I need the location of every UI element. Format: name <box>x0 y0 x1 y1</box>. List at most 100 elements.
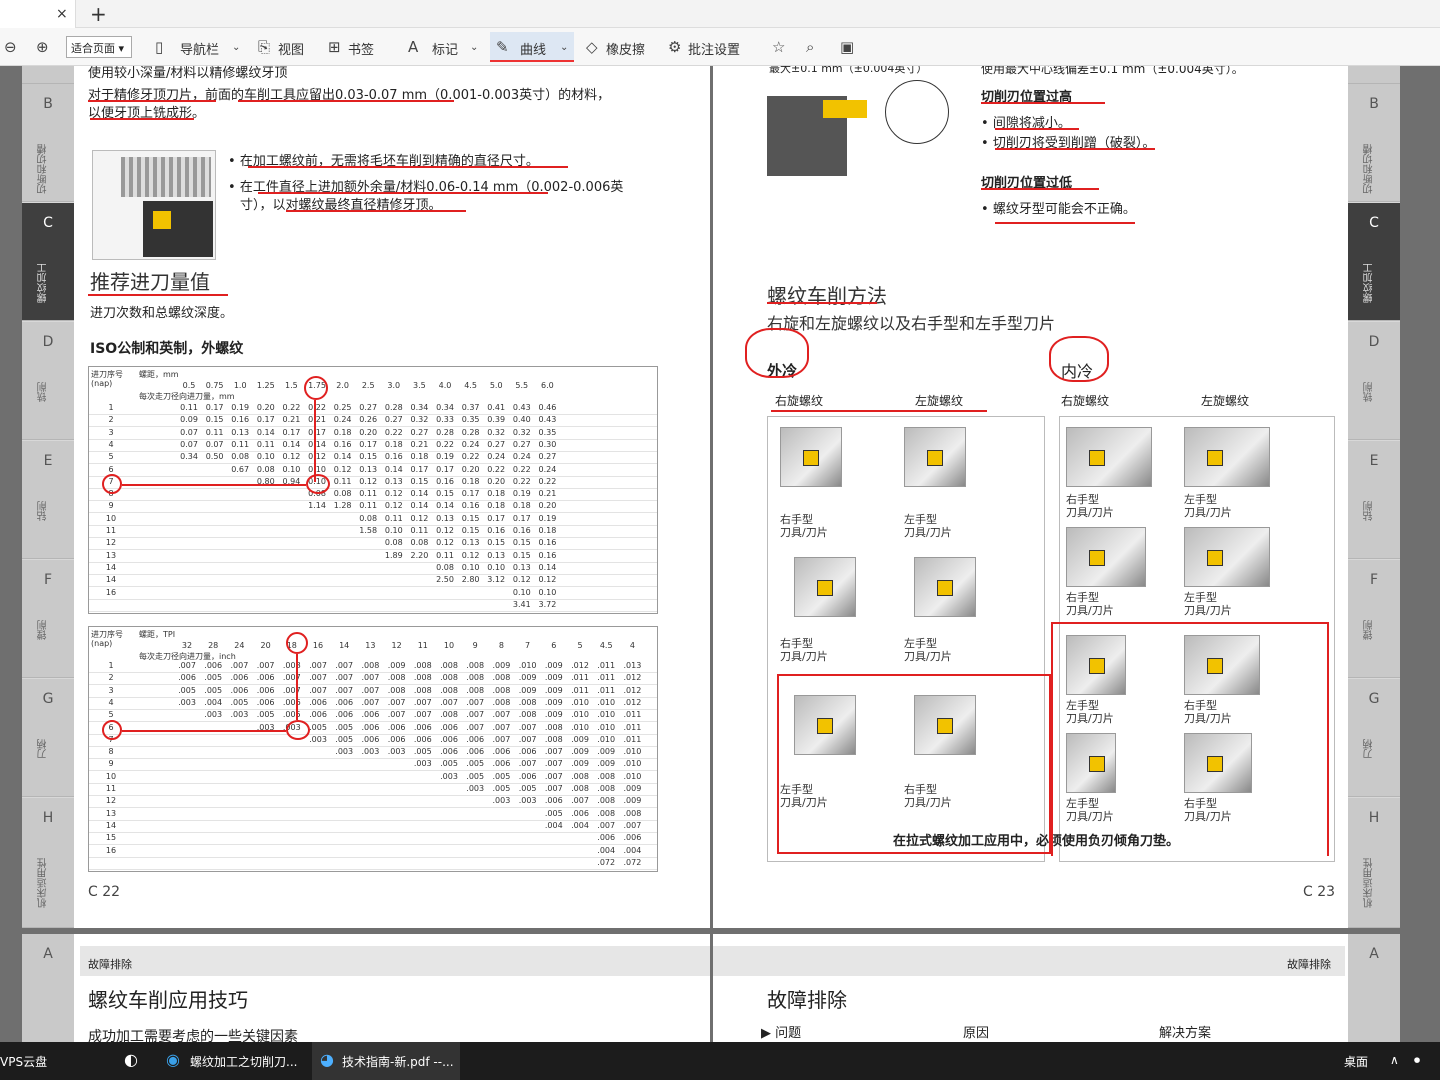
curve-button[interactable]: 曲线 <box>520 39 546 58</box>
table-cell: .007 <box>309 673 327 683</box>
mark-button[interactable]: 标记 <box>432 39 458 58</box>
section-tab-d[interactable]: D 铣削 <box>1348 322 1400 440</box>
section-tab-f[interactable]: F 镗削 <box>1348 560 1400 678</box>
table-cell: .011 <box>597 685 616 695</box>
chevron-up-icon[interactable]: ∧ <box>1390 1053 1399 1067</box>
table-cell: .003 <box>466 784 485 793</box>
table-cell: .009 <box>571 759 589 769</box>
mark-dropdown-icon[interactable]: ⌄ <box>470 42 478 53</box>
table-cell: 0.13 <box>231 427 250 437</box>
annotation-settings-button[interactable]: 批注设置 <box>688 39 740 58</box>
table-cell: .008 <box>282 661 301 670</box>
view-button[interactable]: 视图 <box>278 39 304 58</box>
section-tab-e[interactable]: E 钻削 <box>22 441 74 559</box>
table-cell: .008 <box>492 673 511 683</box>
table-header-cell: 0.5 <box>182 381 196 390</box>
caption-tool: 刀具/刀片 <box>780 526 828 539</box>
annotation-circle <box>102 474 122 494</box>
table-cell: .009 <box>518 673 537 683</box>
eraser-button[interactable]: 橡皮擦 <box>606 39 645 58</box>
edge-icon[interactable]: ◉ <box>166 1050 180 1069</box>
section-tab-g[interactable]: G 刀柄 <box>22 679 74 797</box>
section-tab-e[interactable]: E 钻削 <box>1348 441 1400 559</box>
eraser-icon[interactable]: ◇ <box>586 38 598 56</box>
section-tab-top[interactable] <box>1348 66 1400 84</box>
section-tab-top[interactable] <box>22 66 74 84</box>
search-icon[interactable]: ⌕ <box>806 38 814 56</box>
taskbar: VPS云盘 ◐ ◉ 螺纹加工之切削刀... ◕ 技术指南-新.pdf --...… <box>0 1042 1440 1080</box>
table-cell: 0.67 <box>231 464 250 474</box>
section-tab-f[interactable]: F 镗削 <box>22 560 74 678</box>
zoom-in-icon[interactable]: ⊕ <box>36 38 49 56</box>
mark-icon[interactable]: A <box>408 38 418 56</box>
table-cell: 0.07 <box>180 427 198 437</box>
section-tab-a[interactable]: A <box>1348 934 1400 1042</box>
table-header-cell: 20 <box>260 641 271 650</box>
view-icon[interactable]: ⎘ <box>258 38 270 56</box>
section-tab-g[interactable]: G 刀柄 <box>1348 679 1400 797</box>
caption-tool: 刀具/刀片 <box>904 650 952 663</box>
table-cell: 0.22 <box>436 439 454 449</box>
new-tab-icon[interactable]: + <box>90 2 107 26</box>
table-cell: .011 <box>623 710 642 720</box>
gear-icon[interactable]: ⚙ <box>668 38 681 56</box>
table-cell: .012 <box>623 697 642 707</box>
table-cell: 0.18 <box>487 489 506 499</box>
table-cell: .006 <box>413 722 432 732</box>
table-cell: 0.16 <box>231 415 250 425</box>
bookmark-button[interactable]: 书签 <box>348 39 374 58</box>
table-header-cell: 5.0 <box>489 381 503 390</box>
table-cell: .008 <box>492 697 511 707</box>
table-cell: .003 <box>518 796 537 806</box>
save-icon[interactable]: ▣ <box>840 38 854 56</box>
star-icon[interactable]: ☆ <box>772 38 785 56</box>
pen-icon[interactable]: ✎ <box>496 38 509 56</box>
document-viewer[interactable]: B 切断和切槽 C 螺纹加工 D 铣削 E 钻削 F 镗削 G 刀柄 H 机床适用性 使用较小… <box>0 66 1440 1042</box>
section-tab-b[interactable]: B 切断和切槽 <box>22 84 74 202</box>
table-cell: 0.46 <box>538 403 557 412</box>
document-tab[interactable]: × <box>0 0 76 28</box>
table-cell: .011 <box>597 661 616 670</box>
table-cell: .010 <box>623 759 642 769</box>
table-cell: .010 <box>597 734 616 744</box>
table-row: 11 .003 .005 .005 .007 .008 .008 .009 <box>89 784 657 796</box>
zoom-out-icon[interactable]: ⊖ <box>4 38 17 56</box>
table-row: 2 .006 .005 .006 .006 .007 .007 .007 .007 .008 .00… <box>89 673 657 686</box>
section-tab-a[interactable]: A <box>22 934 74 1042</box>
table-header-cell: 4.5 <box>464 381 477 390</box>
microphone-icon[interactable]: ⏺ <box>1414 1053 1420 1068</box>
nav-panel-icon[interactable]: ▯ <box>155 38 163 56</box>
section-tab-h[interactable]: H 机床适用性 <box>22 798 74 928</box>
table-cell: .003 <box>178 697 196 707</box>
table-header-cell: 24 <box>234 641 245 650</box>
table-cell: .007 <box>309 685 327 695</box>
section-tab-c[interactable]: C 螺纹加工 <box>22 203 74 321</box>
header-band <box>713 946 1345 976</box>
taskbar-vps[interactable]: VPS云盘 <box>0 1053 47 1070</box>
pdf-app-icon[interactable]: ◕ <box>320 1050 334 1069</box>
bookmark-icon[interactable]: ⊞ <box>328 38 341 56</box>
taskbar-pdf-window[interactable]: 技术指南-新.pdf --... <box>342 1053 454 1070</box>
table-cell: .010 <box>623 747 642 757</box>
section-tab-b[interactable]: B 切断和切槽 <box>1348 84 1400 202</box>
table-cell: .010 <box>571 697 589 707</box>
nav-dropdown-icon[interactable]: ⌄ <box>232 42 240 53</box>
close-tab-icon[interactable]: × <box>56 6 68 22</box>
table-cell: 0.12 <box>384 501 403 511</box>
section-tab-d[interactable]: D 铣削 <box>22 322 74 440</box>
table-cell: 0.08 <box>333 489 352 499</box>
nav-panel-button[interactable]: 导航栏 <box>180 39 219 58</box>
method-image <box>1066 527 1146 587</box>
table-cell: .004 <box>204 697 223 707</box>
taskbar-desktop[interactable]: 桌面 <box>1344 1053 1368 1070</box>
table-cell: .006 <box>518 747 537 757</box>
zoom-select[interactable]: 适合页面 ▾ <box>66 36 132 58</box>
section-tab-h[interactable]: H 机床适用性 <box>1348 798 1400 928</box>
taskbar-edge-window[interactable]: 螺纹加工之切削刀... <box>190 1053 297 1070</box>
table-cell: 0.24 <box>461 439 480 449</box>
section-tab-c[interactable]: C 螺纹加工 <box>1348 203 1400 321</box>
app-icon[interactable]: ◐ <box>124 1050 138 1069</box>
curve-dropdown-icon[interactable]: ⌄ <box>560 42 568 53</box>
table-cell: .008 <box>440 685 458 695</box>
annotation-underline <box>981 188 1099 190</box>
